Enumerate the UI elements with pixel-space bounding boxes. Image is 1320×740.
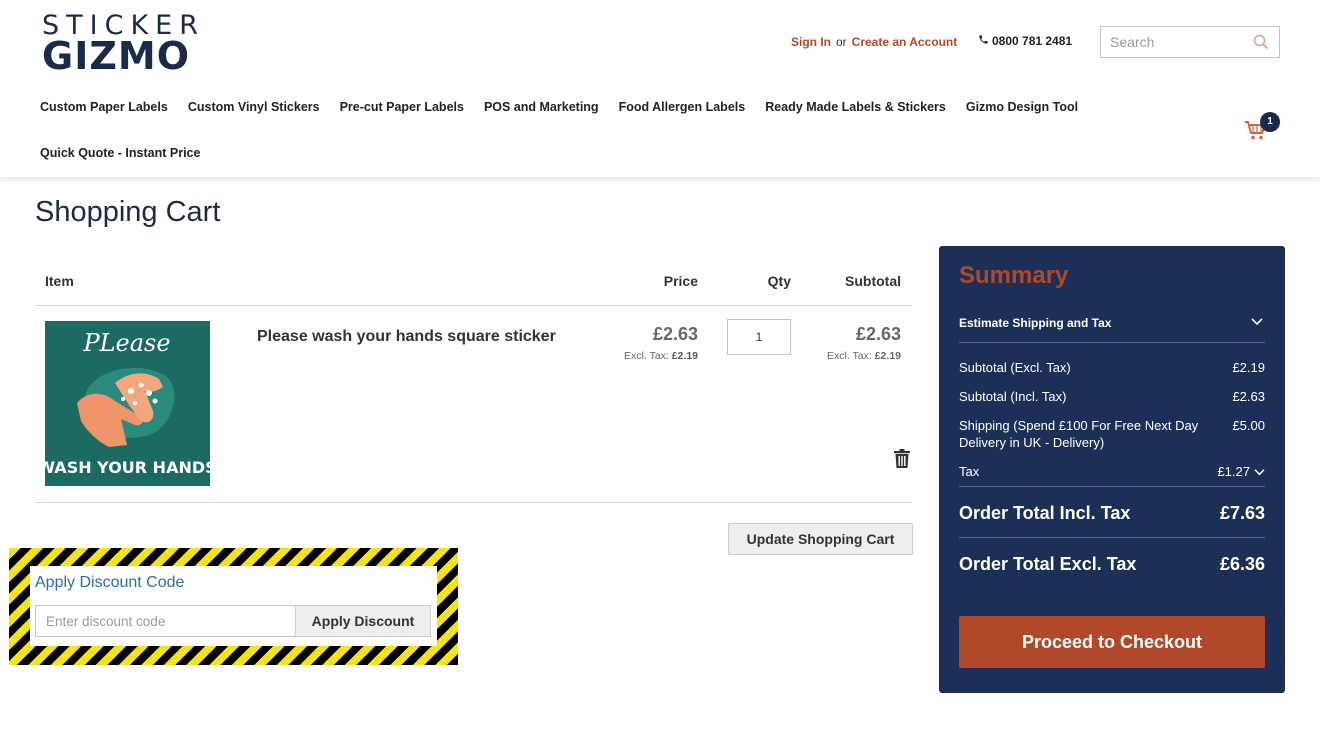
site-header: STICKER GIZMO Sign In or Create an Account… [0,0,1320,177]
col-header-price: Price [663,273,698,289]
nav-item-quick-quote[interactable]: Quick Quote - Instant Price [40,146,200,162]
chevron-down-icon[interactable] [1254,468,1265,477]
summary-value: £2.63 [1232,389,1265,404]
item-subtotal-excl: Excl. Tax: £2.19 [827,350,901,362]
quantity-input[interactable] [727,319,791,355]
total-label: Order Total Excl. Tax [959,554,1137,574]
create-account-link[interactable]: Create an Account [852,35,958,49]
product-image-text-top: PLease [82,329,170,357]
summary-value: £5.00 [1232,418,1265,433]
product-name[interactable]: Please wash your hands square sticker [257,328,556,346]
estimate-shipping-toggle[interactable]: Estimate Shipping and Tax [959,316,1111,330]
order-summary: Summary Estimate Shipping and Tax Subtot… [939,246,1285,693]
cart-count-badge: 1 [1260,112,1280,132]
summary-label: Shipping (Spend £100 For Free Next Day D… [959,418,1199,450]
table-divider [35,305,912,306]
phone-number[interactable]: 0800 781 2481 [978,34,1072,48]
discount-highlight-frame: Apply Discount Code Apply Discount [9,548,458,665]
search-icon[interactable] [1253,34,1269,50]
excl-tax-label: Excl. Tax: [624,350,669,362]
discount-panel: Apply Discount Code Apply Discount [30,566,437,646]
total-value: £7.63 [1219,503,1265,523]
site-logo[interactable]: STICKER GIZMO [42,12,242,78]
item-subtotal: £2.63 [855,324,901,344]
nav-item-food-allergen-labels[interactable]: Food Allergen Labels [619,100,746,116]
update-cart-button[interactable]: Update Shopping Cart [728,523,913,555]
col-header-item: Item [45,273,74,289]
product-image[interactable]: PLease WASH YOUR HANDS [45,321,210,486]
item-price: £2.63 [652,324,698,344]
search-box [1100,26,1280,58]
discount-title[interactable]: Apply Discount Code [35,574,184,592]
total-label: Order Total Incl. Tax [959,503,1131,523]
page-title: Shopping Cart [35,196,221,228]
search-input[interactable] [1101,27,1241,57]
summary-divider [959,537,1265,538]
nav-item-pre-cut-paper-labels[interactable]: Pre-cut Paper Labels [340,100,464,116]
excl-tax-label: Excl. Tax: [827,350,872,362]
col-header-subtotal: Subtotal [845,273,901,289]
summary-value-tax: £1.27 [1217,463,1265,480]
phone-text: 0800 781 2481 [992,34,1073,48]
nav-item-custom-paper-labels[interactable]: Custom Paper Labels [40,100,168,116]
total-value: £6.36 [1219,554,1265,574]
trash-icon[interactable] [894,449,910,468]
summary-label: Tax [959,464,980,479]
discount-code-input[interactable] [35,605,296,637]
proceed-to-checkout-button[interactable]: Proceed to Checkout [959,616,1265,668]
nav-item-custom-vinyl-stickers[interactable]: Custom Vinyl Stickers [188,100,320,116]
col-header-qty: Qty [767,273,791,289]
item-price-excl-value: £2.19 [671,350,698,362]
chevron-down-icon[interactable] [1251,317,1263,327]
account-links: Sign In or Create an Account [791,35,957,49]
table-divider [35,502,912,503]
sign-in-link[interactable]: Sign In [791,35,831,49]
summary-divider [959,486,1265,487]
logo-text-bottom: GIZMO [42,34,191,78]
apply-discount-button[interactable]: Apply Discount [295,605,431,637]
summary-label: Subtotal (Excl. Tax) [959,360,1071,375]
item-subtotal-excl-value: £2.19 [874,350,901,362]
summary-divider [959,342,1265,343]
or-text: or [836,35,847,49]
nav-item-ready-made-labels[interactable]: Ready Made Labels & Stickers [765,100,946,116]
item-price-excl: Excl. Tax: £2.19 [624,350,698,362]
summary-title: Summary [959,262,1069,289]
summary-value: £2.19 [1232,360,1265,375]
nav-item-pos-marketing[interactable]: POS and Marketing [484,100,599,116]
product-image-text-bottom: WASH YOUR HANDS [45,458,210,477]
main-nav: Custom Paper Labels Custom Vinyl Sticker… [40,100,1080,160]
nav-item-gizmo-design-tool[interactable]: Gizmo Design Tool [966,100,1078,116]
phone-icon [979,35,988,44]
summary-label: Subtotal (Incl. Tax) [959,389,1067,404]
